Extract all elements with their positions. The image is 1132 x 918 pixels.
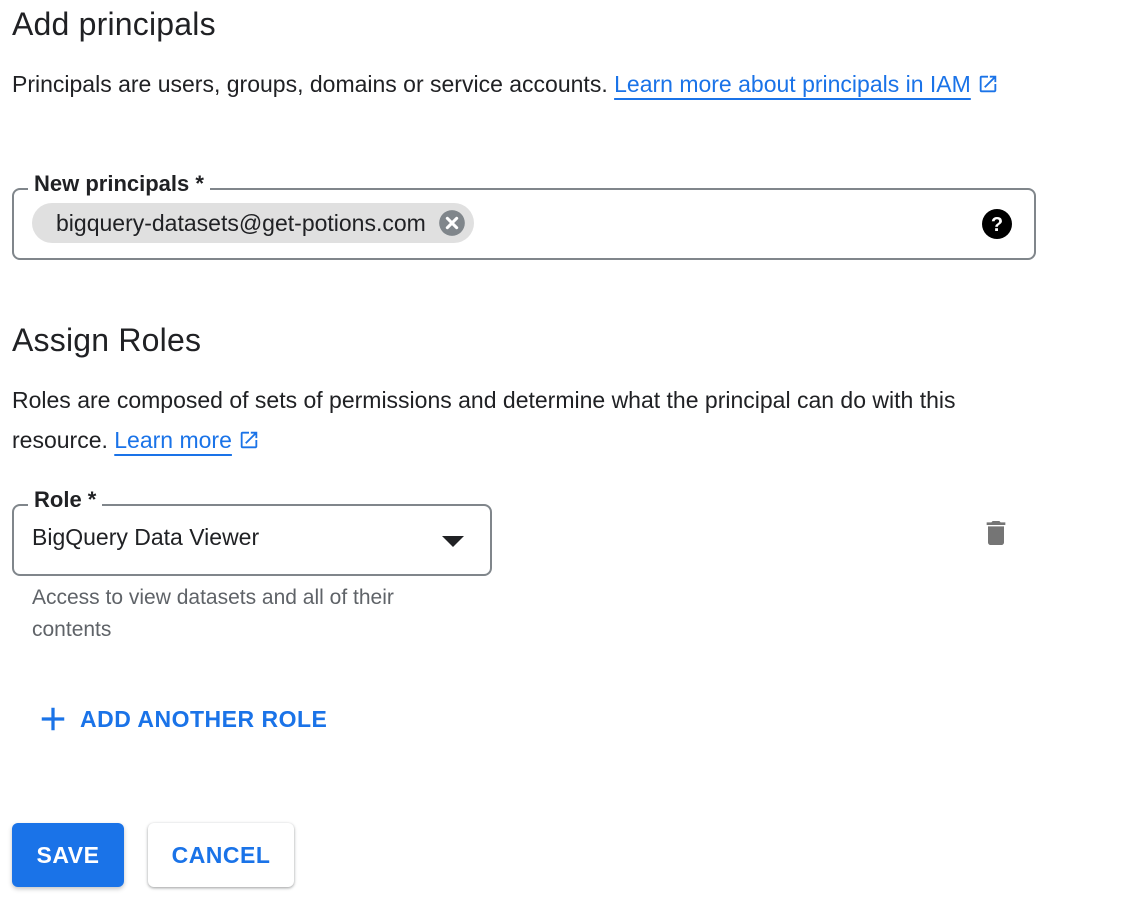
help-icon[interactable]: ? [982, 209, 1012, 239]
arrow-drop-down-icon[interactable] [442, 536, 464, 547]
add-principals-heading: Add principals [12, 6, 216, 42]
external-link-icon [977, 67, 999, 107]
role-select[interactable]: Role * BigQuery Data Viewer [12, 486, 492, 576]
add-another-role-label: ADD ANOTHER ROLE [80, 705, 328, 732]
add-principals-description: Principals are users, groups, domains or… [12, 64, 1032, 107]
new-principals-field[interactable]: New principals * bigquery-datasets@get-p… [12, 170, 1036, 260]
save-button[interactable]: SAVE [12, 823, 124, 887]
learn-more-roles-link[interactable]: Learn more [114, 427, 232, 453]
role-label: Role * [28, 486, 103, 514]
add-principals-description-text: Principals are users, groups, domains or… [12, 71, 608, 97]
role-description: Access to view datasets and all of their… [32, 586, 394, 641]
remove-chip-icon[interactable] [438, 209, 466, 237]
learn-more-principals-link[interactable]: Learn more about principals in IAM [614, 71, 971, 97]
add-another-role-button[interactable]: ADD ANOTHER ROLE [38, 700, 327, 738]
assign-roles-description: Roles are composed of sets of permission… [12, 380, 1012, 463]
new-principals-label: New principals * [28, 170, 210, 198]
svg-text:?: ? [991, 214, 1003, 236]
principal-chip-text: bigquery-datasets@get-potions.com [56, 209, 426, 236]
assign-roles-heading: Assign Roles [12, 322, 202, 358]
trash-icon [986, 521, 1006, 545]
plus-icon [38, 704, 68, 734]
external-link-icon [238, 423, 260, 463]
principal-chip: bigquery-datasets@get-potions.com [32, 203, 474, 243]
delete-role-button[interactable] [980, 516, 1012, 550]
cancel-button[interactable]: CANCEL [148, 823, 294, 887]
role-select-value: BigQuery Data Viewer [32, 524, 260, 550]
